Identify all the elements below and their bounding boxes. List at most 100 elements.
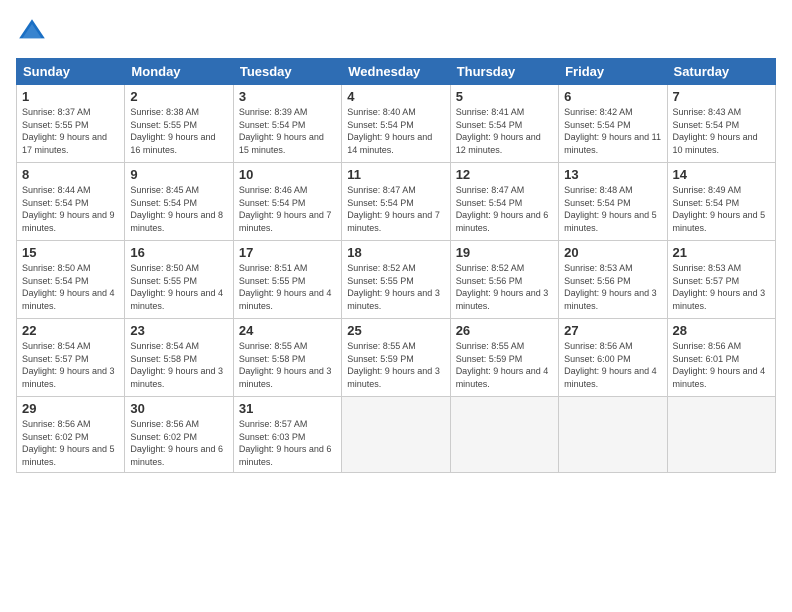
calendar-header-tuesday: Tuesday (233, 59, 341, 85)
calendar-header-friday: Friday (559, 59, 667, 85)
logo-icon (16, 16, 48, 48)
day-number: 27 (564, 323, 661, 338)
day-number: 6 (564, 89, 661, 104)
day-info: Sunrise: 8:55 AMSunset: 5:59 PMDaylight:… (456, 340, 553, 390)
day-info: Sunrise: 8:56 AMSunset: 6:02 PMDaylight:… (130, 418, 227, 468)
day-info: Sunrise: 8:47 AMSunset: 5:54 PMDaylight:… (456, 184, 553, 234)
header (16, 16, 776, 48)
day-number: 26 (456, 323, 553, 338)
empty-cell (667, 397, 775, 473)
day-cell-14: 14 Sunrise: 8:49 AMSunset: 5:54 PMDayligh… (667, 163, 775, 241)
day-cell-21: 21 Sunrise: 8:53 AMSunset: 5:57 PMDayligh… (667, 241, 775, 319)
day-number: 20 (564, 245, 661, 260)
day-number: 29 (22, 401, 119, 416)
day-number: 22 (22, 323, 119, 338)
day-cell-15: 15 Sunrise: 8:50 AMSunset: 5:54 PMDayligh… (17, 241, 125, 319)
empty-cell (559, 397, 667, 473)
day-number: 24 (239, 323, 336, 338)
day-cell-31: 31 Sunrise: 8:57 AMSunset: 6:03 PMDayligh… (233, 397, 341, 473)
day-cell-10: 10Sunrise: 8:46 AMSunset: 5:54 PMDayligh… (233, 163, 341, 241)
day-cell-6: 6 Sunrise: 8:42 AMSunset: 5:54 PMDaylight… (559, 85, 667, 163)
week-row-2: 8Sunrise: 8:44 AMSunset: 5:54 PMDaylight… (17, 163, 776, 241)
calendar-header-sunday: Sunday (17, 59, 125, 85)
day-number: 7 (673, 89, 770, 104)
day-number: 15 (22, 245, 119, 260)
day-cell-24: 24 Sunrise: 8:55 AMSunset: 5:58 PMDayligh… (233, 319, 341, 397)
day-cell-20: 20 Sunrise: 8:53 AMSunset: 5:56 PMDayligh… (559, 241, 667, 319)
day-cell-13: 13 Sunrise: 8:48 AMSunset: 5:54 PMDayligh… (559, 163, 667, 241)
day-info: Sunrise: 8:45 AMSunset: 5:54 PMDaylight:… (130, 184, 227, 234)
day-number: 21 (673, 245, 770, 260)
day-cell-18: 18 Sunrise: 8:52 AMSunset: 5:55 PMDayligh… (342, 241, 450, 319)
day-info: Sunrise: 8:52 AMSunset: 5:55 PMDaylight:… (347, 262, 444, 312)
day-cell-8: 8Sunrise: 8:44 AMSunset: 5:54 PMDaylight… (17, 163, 125, 241)
empty-cell (342, 397, 450, 473)
day-number: 11 (347, 167, 444, 182)
day-cell-5: 5Sunrise: 8:41 AMSunset: 5:54 PMDaylight… (450, 85, 558, 163)
day-info: Sunrise: 8:55 AMSunset: 5:58 PMDaylight:… (239, 340, 336, 390)
day-info: Sunrise: 8:37 AMSunset: 5:55 PMDaylight:… (22, 106, 119, 156)
day-number: 14 (673, 167, 770, 182)
day-cell-16: 16Sunrise: 8:50 AMSunset: 5:55 PMDayligh… (125, 241, 233, 319)
day-info: Sunrise: 8:38 AMSunset: 5:55 PMDaylight:… (130, 106, 227, 156)
day-info: Sunrise: 8:52 AMSunset: 5:56 PMDaylight:… (456, 262, 553, 312)
calendar-header-thursday: Thursday (450, 59, 558, 85)
day-info: Sunrise: 8:53 AMSunset: 5:56 PMDaylight:… (564, 262, 661, 312)
day-number: 28 (673, 323, 770, 338)
day-cell-19: 19 Sunrise: 8:52 AMSunset: 5:56 PMDayligh… (450, 241, 558, 319)
day-number: 10 (239, 167, 336, 182)
day-cell-27: 27 Sunrise: 8:56 AMSunset: 6:00 PMDayligh… (559, 319, 667, 397)
day-number: 12 (456, 167, 553, 182)
day-number: 4 (347, 89, 444, 104)
day-info: Sunrise: 8:57 AMSunset: 6:03 PMDaylight:… (239, 418, 336, 468)
day-number: 13 (564, 167, 661, 182)
day-number: 18 (347, 245, 444, 260)
calendar-table: SundayMondayTuesdayWednesdayThursdayFrid… (16, 58, 776, 473)
day-info: Sunrise: 8:44 AMSunset: 5:54 PMDaylight:… (22, 184, 119, 234)
calendar-header-row: SundayMondayTuesdayWednesdayThursdayFrid… (17, 59, 776, 85)
day-number: 30 (130, 401, 227, 416)
empty-cell (450, 397, 558, 473)
day-number: 31 (239, 401, 336, 416)
day-cell-17: 17Sunrise: 8:51 AMSunset: 5:55 PMDayligh… (233, 241, 341, 319)
week-row-3: 15 Sunrise: 8:50 AMSunset: 5:54 PMDayligh… (17, 241, 776, 319)
day-number: 9 (130, 167, 227, 182)
page: SundayMondayTuesdayWednesdayThursdayFrid… (0, 0, 792, 612)
day-cell-25: 25Sunrise: 8:55 AMSunset: 5:59 PMDayligh… (342, 319, 450, 397)
day-info: Sunrise: 8:56 AMSunset: 6:00 PMDaylight:… (564, 340, 661, 390)
day-cell-4: 4 Sunrise: 8:40 AMSunset: 5:54 PMDaylight… (342, 85, 450, 163)
day-info: Sunrise: 8:54 AMSunset: 5:58 PMDaylight:… (130, 340, 227, 390)
day-info: Sunrise: 8:53 AMSunset: 5:57 PMDaylight:… (673, 262, 770, 312)
day-info: Sunrise: 8:40 AMSunset: 5:54 PMDaylight:… (347, 106, 444, 156)
calendar-header-monday: Monday (125, 59, 233, 85)
logo (16, 16, 52, 48)
day-cell-11: 11 Sunrise: 8:47 AMSunset: 5:54 PMDayligh… (342, 163, 450, 241)
day-cell-2: 2 Sunrise: 8:38 AMSunset: 5:55 PMDaylight… (125, 85, 233, 163)
week-row-1: 1 Sunrise: 8:37 AMSunset: 5:55 PMDaylight… (17, 85, 776, 163)
day-info: Sunrise: 8:49 AMSunset: 5:54 PMDaylight:… (673, 184, 770, 234)
day-cell-28: 28Sunrise: 8:56 AMSunset: 6:01 PMDayligh… (667, 319, 775, 397)
day-cell-9: 9 Sunrise: 8:45 AMSunset: 5:54 PMDaylight… (125, 163, 233, 241)
day-cell-29: 29 Sunrise: 8:56 AMSunset: 6:02 PMDayligh… (17, 397, 125, 473)
day-info: Sunrise: 8:50 AMSunset: 5:55 PMDaylight:… (130, 262, 227, 312)
day-info: Sunrise: 8:43 AMSunset: 5:54 PMDaylight:… (673, 106, 770, 156)
day-number: 5 (456, 89, 553, 104)
day-cell-22: 22Sunrise: 8:54 AMSunset: 5:57 PMDayligh… (17, 319, 125, 397)
day-info: Sunrise: 8:50 AMSunset: 5:54 PMDaylight:… (22, 262, 119, 312)
day-info: Sunrise: 8:42 AMSunset: 5:54 PMDaylight:… (564, 106, 661, 156)
day-number: 19 (456, 245, 553, 260)
day-cell-3: 3Sunrise: 8:39 AMSunset: 5:54 PMDaylight… (233, 85, 341, 163)
day-info: Sunrise: 8:48 AMSunset: 5:54 PMDaylight:… (564, 184, 661, 234)
day-info: Sunrise: 8:55 AMSunset: 5:59 PMDaylight:… (347, 340, 444, 390)
day-cell-23: 23 Sunrise: 8:54 AMSunset: 5:58 PMDayligh… (125, 319, 233, 397)
day-info: Sunrise: 8:47 AMSunset: 5:54 PMDaylight:… (347, 184, 444, 234)
calendar-header-saturday: Saturday (667, 59, 775, 85)
day-cell-7: 7 Sunrise: 8:43 AMSunset: 5:54 PMDaylight… (667, 85, 775, 163)
day-number: 23 (130, 323, 227, 338)
day-info: Sunrise: 8:39 AMSunset: 5:54 PMDaylight:… (239, 106, 336, 156)
day-cell-12: 12 Sunrise: 8:47 AMSunset: 5:54 PMDayligh… (450, 163, 558, 241)
day-number: 17 (239, 245, 336, 260)
day-number: 1 (22, 89, 119, 104)
day-info: Sunrise: 8:56 AMSunset: 6:02 PMDaylight:… (22, 418, 119, 468)
day-number: 2 (130, 89, 227, 104)
